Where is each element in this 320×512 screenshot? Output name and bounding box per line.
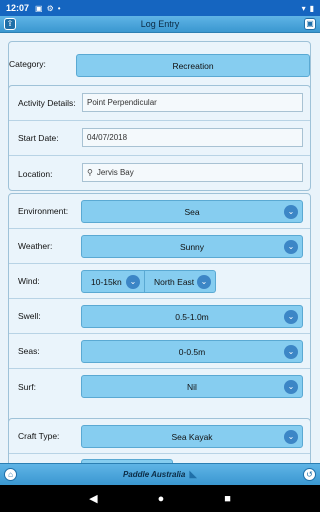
wifi-icon: ▾ bbox=[301, 3, 306, 13]
weather-label: Weather: bbox=[18, 241, 53, 251]
swell-row: Swell: 0.5-1.0m ⌄ bbox=[9, 299, 310, 334]
paddle-logo-icon: ◣ bbox=[189, 469, 198, 480]
details-panel: Activity Details: Point Perpendicular St… bbox=[8, 85, 311, 191]
chevron-down-icon: ⌄ bbox=[284, 345, 298, 359]
location-value: Jervis Bay bbox=[96, 168, 134, 177]
wind-selects: 10-15kn ⌄ North East ⌄ bbox=[81, 270, 216, 293]
home-icon[interactable]: ⌂ bbox=[4, 468, 17, 481]
weather-row: Weather: Sunny ⌄ bbox=[9, 229, 310, 264]
photo-icon: ▣ bbox=[35, 3, 43, 13]
craft-panel: Craft Type: Sea Kayak ⌄ bbox=[8, 418, 311, 463]
environment-row: Environment: Sea ⌄ bbox=[9, 194, 310, 229]
category-label: Category: bbox=[9, 59, 46, 69]
status-bar: 12:07 ▣ ⚙ • ▾ ▮ bbox=[0, 0, 320, 16]
activity-value: Point Perpendicular bbox=[87, 98, 157, 107]
chevron-down-icon: ⌄ bbox=[284, 430, 298, 444]
search-icon: ⚲ bbox=[87, 168, 93, 177]
wind-label: Wind: bbox=[18, 276, 40, 286]
location-label: Location: bbox=[18, 168, 53, 179]
activity-field[interactable]: Point Perpendicular bbox=[82, 93, 303, 112]
settings-icon: ⚙ bbox=[46, 3, 54, 13]
environment-label: Environment: bbox=[18, 206, 69, 216]
surf-label: Surf: bbox=[18, 381, 36, 392]
environment-value: Sea bbox=[184, 206, 200, 217]
nav-recents-icon[interactable]: ■ bbox=[224, 493, 231, 505]
chevron-down-icon: ⌄ bbox=[284, 205, 298, 219]
wind-direction-select[interactable]: North East ⌄ bbox=[145, 270, 216, 293]
craft-label: Craft Type: bbox=[18, 431, 60, 441]
swell-label: Swell: bbox=[18, 311, 41, 321]
category-button[interactable]: Recreation bbox=[76, 54, 310, 77]
swell-select[interactable]: 0.5-1.0m ⌄ bbox=[81, 305, 303, 328]
activity-row: Activity Details: Point Perpendicular bbox=[9, 86, 310, 121]
wind-direction-value: North East bbox=[154, 276, 195, 287]
craft-select[interactable]: Sea Kayak ⌄ bbox=[81, 425, 303, 448]
nav-back-icon[interactable]: ◀ bbox=[89, 492, 97, 505]
battery-icon: ▮ bbox=[309, 3, 314, 13]
surf-row: Surf: Nil ⌄ bbox=[9, 369, 310, 404]
start-date-row: Start Date: 04/07/2018 bbox=[9, 121, 310, 156]
craft-value: Sea Kayak bbox=[171, 431, 213, 442]
swell-value: 0.5-1.0m bbox=[175, 311, 209, 322]
activity-label: Activity Details: bbox=[18, 98, 76, 108]
chevron-down-icon: ⌄ bbox=[284, 240, 298, 254]
content-area[interactable]: Category: Recreation Activity Details: P… bbox=[0, 33, 320, 463]
craft-row: Craft Type: Sea Kayak ⌄ bbox=[9, 419, 310, 454]
start-date-value: 04/07/2018 bbox=[87, 133, 128, 142]
seas-row: Seas: 0-0.5m ⌄ bbox=[9, 334, 310, 369]
wind-row: Wind: 10-15kn ⌄ North East ⌄ bbox=[9, 264, 310, 299]
surf-value: Nil bbox=[187, 381, 197, 392]
weather-select[interactable]: Sunny ⌄ bbox=[81, 235, 303, 258]
surf-select[interactable]: Nil ⌄ bbox=[81, 375, 303, 398]
wind-speed-value: 10-15kn bbox=[91, 276, 122, 287]
conditions-panel: Environment: Sea ⌄ Weather: Sunny ⌄ Wind… bbox=[8, 193, 311, 443]
back-icon[interactable]: ↺ bbox=[303, 468, 316, 481]
weather-value: Sunny bbox=[179, 241, 205, 252]
location-field[interactable]: ⚲ Jervis Bay bbox=[82, 163, 303, 182]
system-nav-bar: ◀ ● ■ bbox=[0, 485, 320, 512]
footer-bar: ⌂ Paddle Australia ◣ ↺ bbox=[0, 463, 320, 485]
seas-label: Seas: bbox=[18, 346, 40, 356]
status-time: 12:07 bbox=[6, 3, 30, 13]
seas-select[interactable]: 0-0.5m ⌄ bbox=[81, 340, 303, 363]
title-bar: ⇪ Log Entry ▣ bbox=[0, 16, 320, 33]
start-date-field[interactable]: 04/07/2018 bbox=[82, 128, 303, 147]
seas-value: 0-0.5m bbox=[178, 346, 206, 357]
nav-home-icon[interactable]: ● bbox=[158, 493, 165, 505]
save-icon[interactable]: ▣ bbox=[304, 18, 316, 30]
location-row: Location: ⚲ Jervis Bay bbox=[9, 156, 310, 191]
chevron-down-icon: ⌄ bbox=[284, 310, 298, 324]
share-icon[interactable]: ⇪ bbox=[4, 18, 16, 30]
chevron-down-icon: ⌄ bbox=[197, 275, 211, 289]
start-date-label: Start Date: bbox=[18, 133, 59, 143]
dot-icon: • bbox=[57, 3, 61, 13]
environment-select[interactable]: Sea ⌄ bbox=[81, 200, 303, 223]
brand-text: Paddle Australia bbox=[122, 470, 186, 479]
chevron-down-icon: ⌄ bbox=[284, 380, 298, 394]
category-value: Recreation bbox=[172, 60, 214, 71]
page-title: Log Entry bbox=[140, 19, 180, 29]
chevron-down-icon: ⌄ bbox=[126, 275, 140, 289]
wind-speed-select[interactable]: 10-15kn ⌄ bbox=[81, 270, 145, 293]
